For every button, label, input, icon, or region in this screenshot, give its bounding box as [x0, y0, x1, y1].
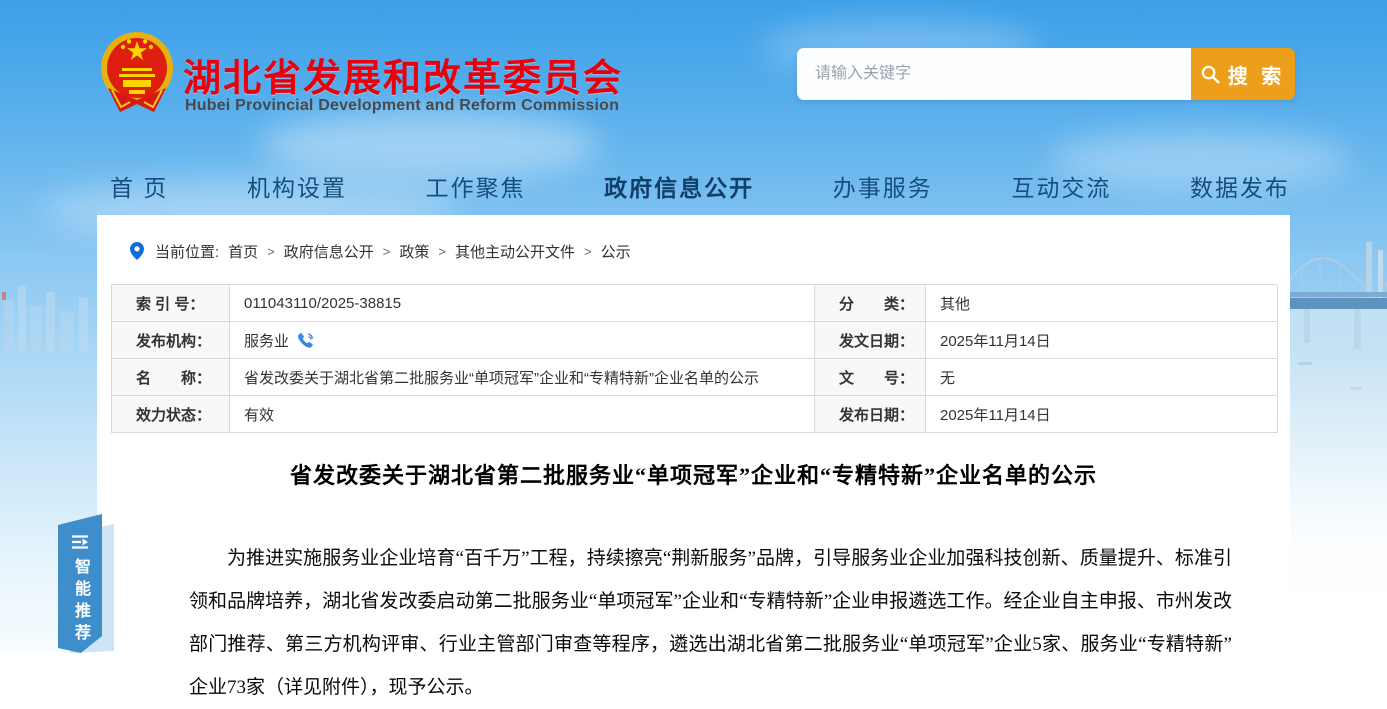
nav-item-home[interactable]: 首 页	[110, 169, 168, 203]
meta-label-validity-status: 效力状态：	[112, 396, 230, 433]
smart-recommend-ribbon[interactable]: 智能推荐	[58, 514, 102, 653]
breadcrumb-link-gov-info[interactable]: 政府信息公开	[284, 241, 374, 262]
meta-label-index-no: 索 引 号：	[112, 285, 230, 322]
nav-item-interaction[interactable]: 互动交流	[1011, 169, 1111, 203]
city-skyline-decoration	[0, 262, 97, 352]
site-subtitle: Hubei Provincial Development and Reform …	[185, 97, 619, 115]
breadcrumb-separator: >	[383, 244, 391, 259]
issuing-agency-text: 服务业	[244, 330, 289, 351]
article-title: 省发改委关于湖北省第二批服务业“单项冠军”企业和“专精特新”企业名单的公示	[97, 458, 1290, 490]
nav-item-services[interactable]: 办事服务	[833, 169, 933, 203]
breadcrumb-separator: >	[267, 244, 275, 259]
national-emblem-logo	[100, 30, 174, 116]
phone-contact-icon[interactable]	[297, 332, 315, 349]
meta-value-doc-number: 无	[926, 359, 1278, 396]
meta-label-doc-number: 文 号：	[815, 359, 926, 396]
breadcrumb-link-policy[interactable]: 政策	[399, 241, 429, 262]
list-arrow-icon	[70, 534, 90, 550]
nav-item-work-focus[interactable]: 工作聚焦	[426, 169, 526, 203]
breadcrumb-prefix: 当前位置:	[155, 241, 219, 262]
breadcrumb-link-other-docs[interactable]: 其他主动公开文件	[455, 241, 575, 262]
breadcrumb-link-announcement[interactable]: 公示	[601, 241, 631, 262]
article-paragraph: 为推进实施服务业企业培育“百千万”工程，持续擦亮“荆新服务”品牌，引导服务业企业…	[97, 537, 1290, 709]
location-pin-icon	[130, 242, 144, 260]
content-panel: 当前位置: 首页 > 政府信息公开 > 政策 > 其他主动公开文件 > 公示 索…	[97, 215, 1290, 653]
meta-value-title: 省发改委关于湖北省第二批服务业“单项冠军”企业和“专精特新”企业名单的公示	[230, 359, 815, 396]
meta-value-publish-date: 2025年11月14日	[926, 396, 1278, 433]
breadcrumb-separator: >	[584, 244, 592, 259]
meta-label-category: 分 类：	[815, 285, 926, 322]
document-meta-table: 索 引 号： 011043110/2025-38815 分 类： 其他 发布机构…	[111, 284, 1277, 433]
meta-value-issue-date: 2025年11月14日	[926, 322, 1278, 359]
search-button-label: 搜 索	[1228, 60, 1286, 89]
main-navigation: 首 页 机构设置 工作聚焦 政府信息公开 办事服务 互动交流 数据发布	[110, 163, 1290, 209]
search-input[interactable]	[797, 48, 1191, 100]
meta-value-validity-status: 有效	[230, 396, 815, 433]
nav-item-gov-info-disclosure[interactable]: 政府信息公开	[604, 169, 754, 203]
nav-item-data-release[interactable]: 数据发布	[1190, 169, 1290, 203]
meta-value-issuing-agency: 服务业	[230, 322, 815, 359]
search-button[interactable]: 搜 索	[1191, 48, 1295, 100]
meta-value-category: 其他	[926, 285, 1278, 322]
site-title: 湖北省发展和改革委员会	[183, 47, 623, 102]
breadcrumb-separator: >	[438, 244, 446, 259]
smart-recommend-label: 智能推荐	[68, 558, 92, 646]
nav-item-organization[interactable]: 机构设置	[247, 169, 347, 203]
breadcrumb: 当前位置: 首页 > 政府信息公开 > 政策 > 其他主动公开文件 > 公示	[130, 240, 631, 262]
meta-label-title: 名 称：	[112, 359, 230, 396]
meta-value-index-no: 011043110/2025-38815	[230, 285, 815, 322]
bridge-scene-decoration	[1290, 222, 1387, 653]
meta-label-publish-date: 发布日期：	[815, 396, 926, 433]
search-icon	[1201, 65, 1220, 84]
site-search: 搜 索	[797, 48, 1295, 100]
breadcrumb-link-home[interactable]: 首页	[228, 241, 258, 262]
meta-label-issuing-agency: 发布机构：	[112, 322, 230, 359]
meta-label-issue-date: 发文日期：	[815, 322, 926, 359]
